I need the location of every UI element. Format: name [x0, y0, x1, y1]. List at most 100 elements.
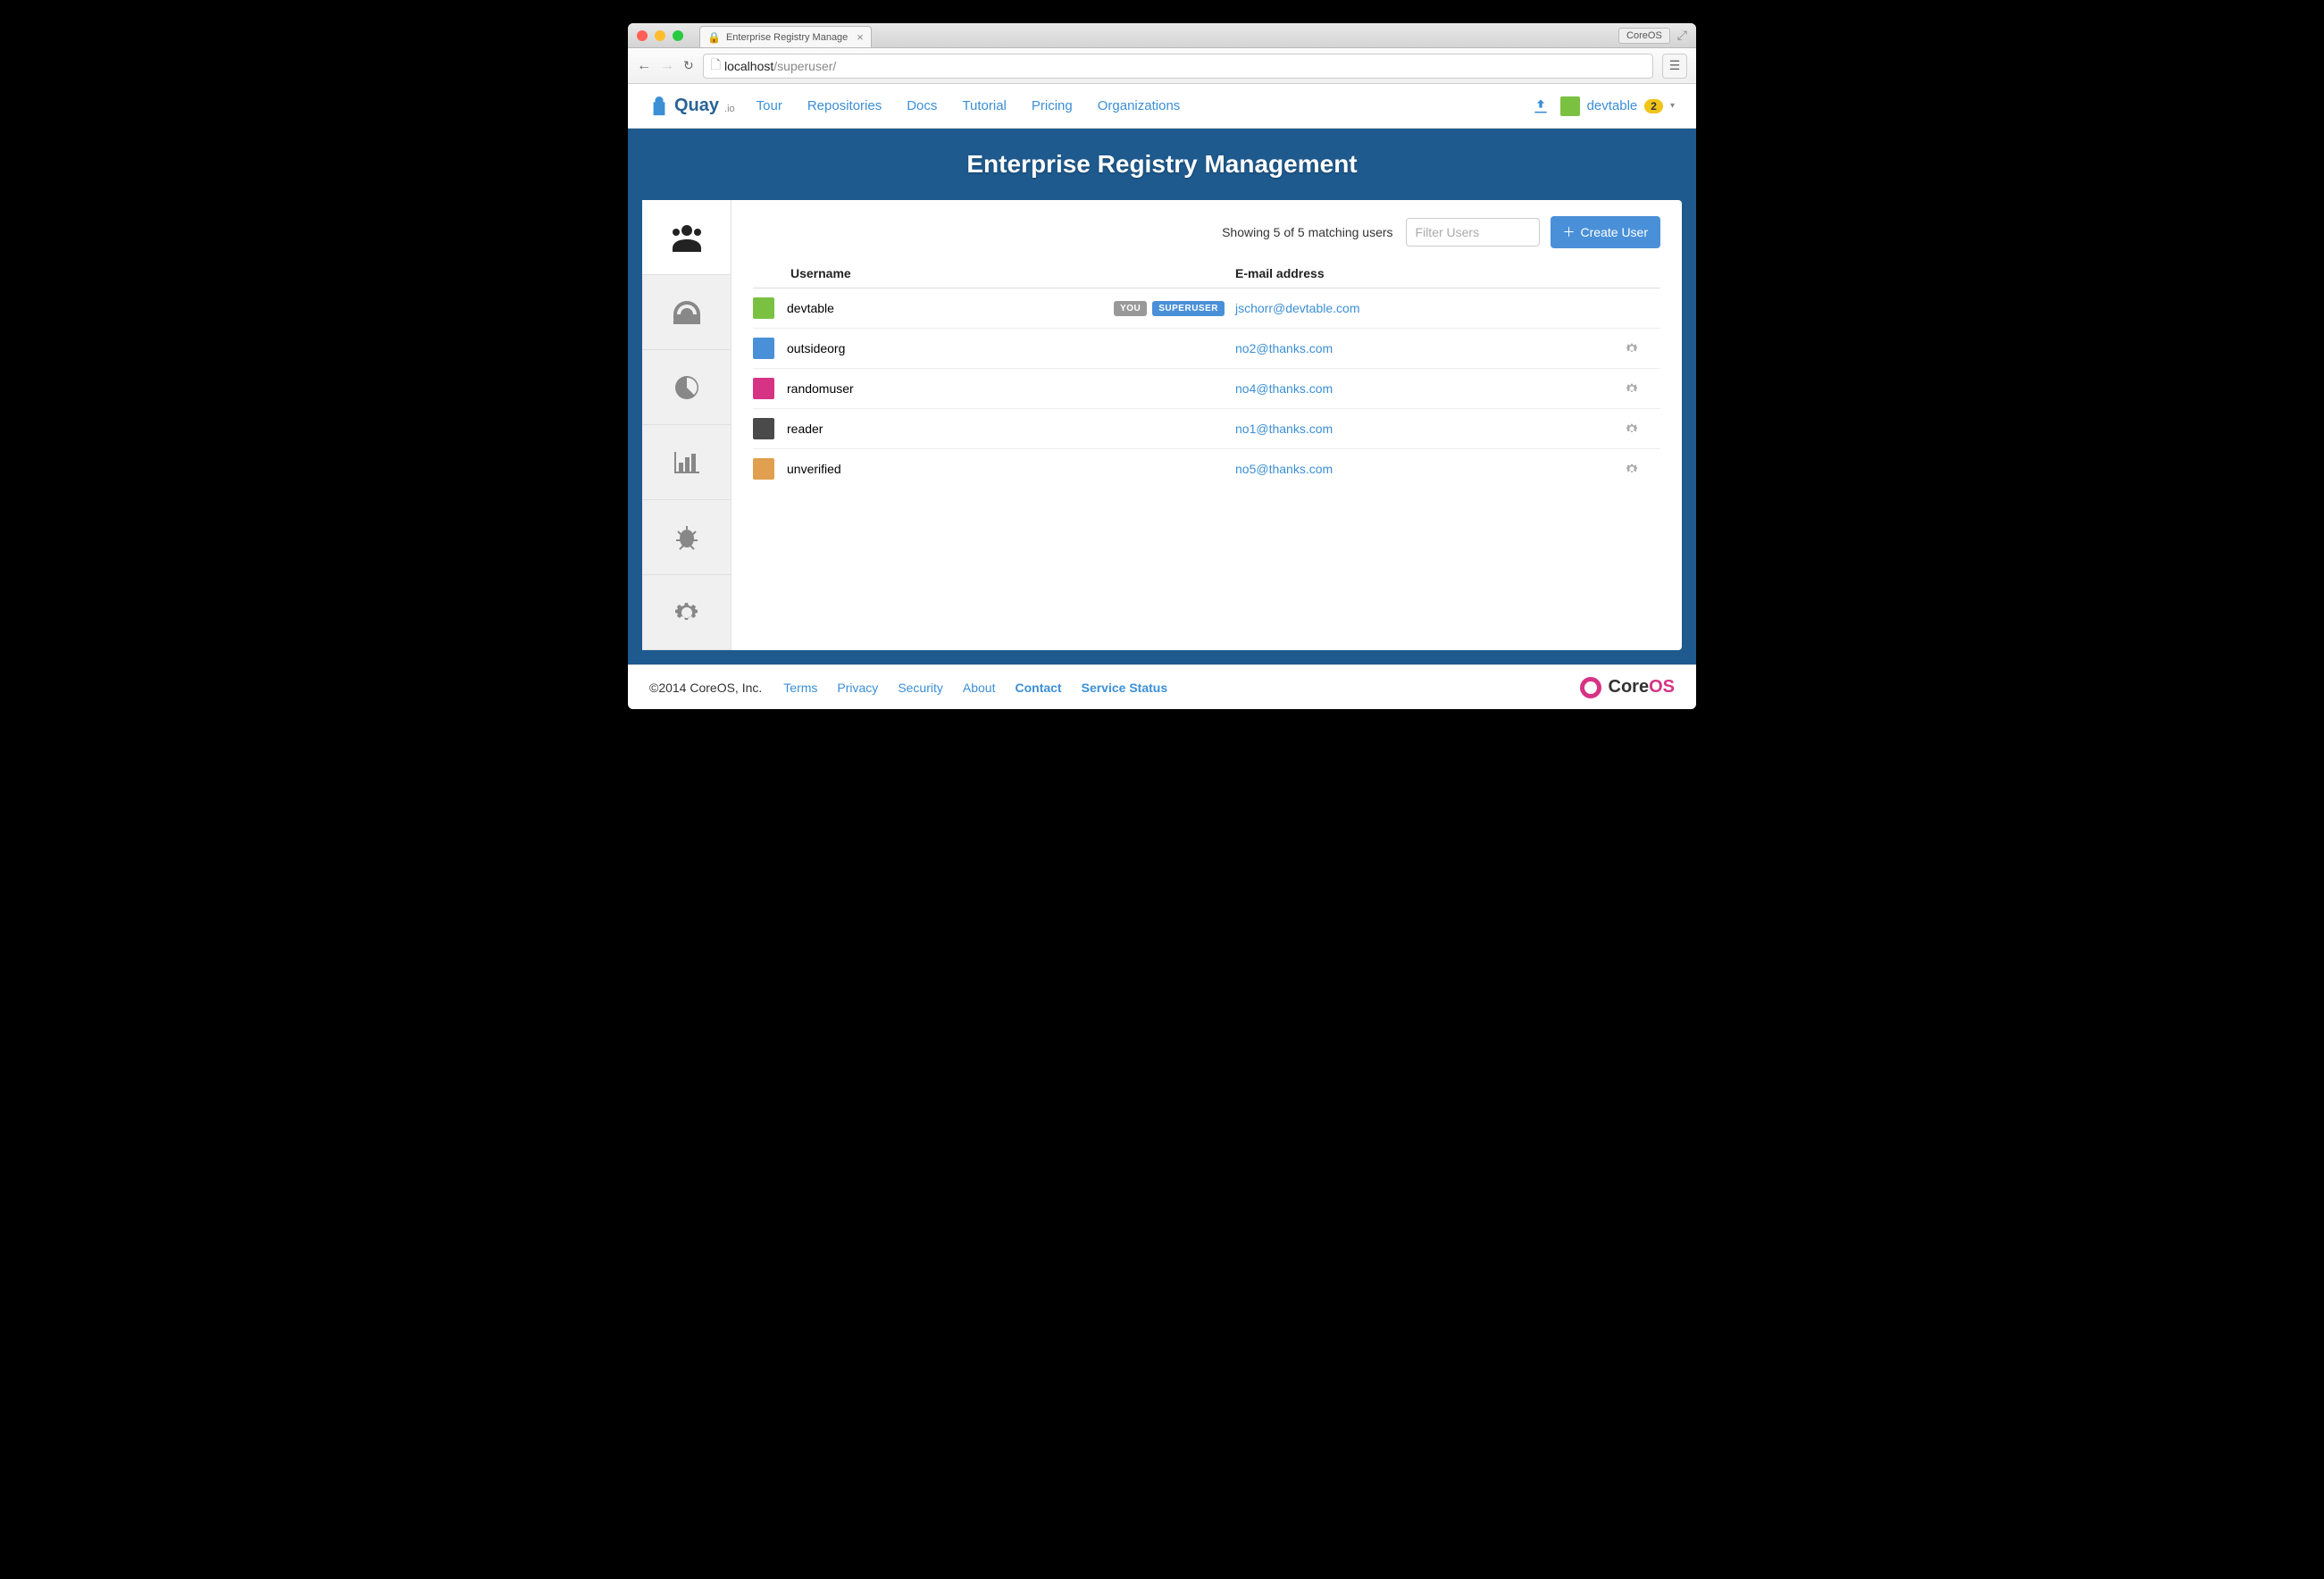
- footer-links: Terms Privacy Security About Contact Service …: [783, 681, 1167, 695]
- username-cell: unverified: [787, 462, 841, 476]
- email-link[interactable]: no4@thanks.com: [1235, 381, 1333, 396]
- coreos-mark-icon: [1580, 677, 1601, 698]
- row-settings-button[interactable]: [1625, 422, 1660, 436]
- footer-link-privacy[interactable]: Privacy: [837, 681, 878, 695]
- copyright: ©2014 CoreOS, Inc.: [649, 681, 762, 695]
- row-settings-button[interactable]: [1625, 462, 1660, 476]
- username-cell: reader: [787, 422, 823, 436]
- user-avatar-icon: [1560, 96, 1580, 116]
- create-user-button[interactable]: ＋ Create User: [1551, 216, 1660, 248]
- superuser-badge: SUPERUSER: [1152, 301, 1225, 316]
- footer-link-terms[interactable]: Terms: [783, 681, 817, 695]
- url-host: localhost: [724, 59, 773, 73]
- nav-links: Tour Repositories Docs Tutorial Pricing Organ…: [757, 98, 1181, 113]
- sidebar-item-users[interactable]: [642, 200, 731, 275]
- table-row: devtable YOU SUPERUSER jschorr@devtable.com: [753, 288, 1660, 329]
- app-topnav: Quay .io Tour Repositories Docs Tutorial Pric…: [628, 84, 1696, 129]
- user-menu[interactable]: devtable 2 ▾: [1560, 96, 1675, 116]
- email-link[interactable]: no5@thanks.com: [1235, 462, 1333, 476]
- back-button[interactable]: ←: [637, 58, 651, 74]
- page-hero: Enterprise Registry Management: [628, 129, 1696, 200]
- sidebar-item-logs[interactable]: [642, 425, 731, 500]
- page-title: Enterprise Registry Management: [628, 150, 1696, 179]
- coreos-logo-text1: Core: [1609, 677, 1650, 697]
- plus-icon: ＋: [1563, 223, 1576, 241]
- logo-text: Quay: [674, 96, 719, 116]
- traffic-lights: [637, 30, 683, 41]
- close-window-button[interactable]: [637, 30, 648, 41]
- nav-link-docs[interactable]: Docs: [907, 98, 937, 113]
- create-user-label: Create User: [1581, 225, 1648, 239]
- header-email: E-mail address: [1235, 266, 1625, 280]
- logo-suffix: .io: [724, 104, 735, 114]
- forward-button[interactable]: →: [660, 58, 674, 74]
- table-body: devtable YOU SUPERUSER jschorr@devtable.com…: [753, 288, 1660, 489]
- table-header: Username E-mail address: [753, 259, 1660, 288]
- quay-logo[interactable]: Quay .io: [649, 96, 735, 116]
- you-badge: YOU: [1114, 301, 1147, 316]
- browser-toolbar: ← → ↻ 🗋 localhost/superuser/ ☰: [628, 48, 1696, 84]
- nav-link-repositories[interactable]: Repositories: [807, 98, 882, 113]
- user-avatar-icon: [753, 458, 774, 480]
- coreos-extension-button[interactable]: CoreOS: [1618, 28, 1670, 44]
- footer: ©2014 CoreOS, Inc. Terms Privacy Security A…: [628, 664, 1696, 709]
- page-icon: 🗋: [711, 55, 721, 77]
- users-content: Showing 5 of 5 matching users ＋ Create U…: [731, 200, 1682, 650]
- browser-tab[interactable]: 🔒 Enterprise Registry Manage ×: [699, 26, 872, 47]
- sidebar-item-usage[interactable]: [642, 350, 731, 425]
- username-cell: devtable: [787, 301, 834, 315]
- main-panel: Showing 5 of 5 matching users ＋ Create U…: [642, 200, 1682, 650]
- url-path: /superuser/: [773, 59, 836, 73]
- reload-button[interactable]: ↻: [683, 58, 694, 73]
- titlebar: 🔒 Enterprise Registry Manage × CoreOS ⤢: [628, 23, 1696, 48]
- coreos-logo[interactable]: CoreOS: [1580, 677, 1675, 698]
- filter-users-input[interactable]: [1406, 218, 1540, 246]
- minimize-window-button[interactable]: [655, 30, 665, 41]
- caret-down-icon: ▾: [1670, 101, 1675, 111]
- sidebar-item-dashboard[interactable]: [642, 275, 731, 350]
- user-avatar-icon: [753, 297, 774, 319]
- sidebar: [642, 200, 731, 650]
- row-settings-button[interactable]: [1625, 341, 1660, 355]
- username-cell: randomuser: [787, 381, 854, 396]
- nav-link-tutorial[interactable]: Tutorial: [962, 98, 1006, 113]
- table-row: randomuser no4@thanks.com: [753, 369, 1660, 409]
- coreos-logo-text2: OS: [1649, 677, 1675, 697]
- results-status: Showing 5 of 5 matching users: [753, 225, 1406, 239]
- table-row: unverified no5@thanks.com: [753, 449, 1660, 489]
- notification-badge: 2: [1644, 99, 1663, 113]
- tab-title: Enterprise Registry Manage: [726, 32, 848, 43]
- header-username: Username: [753, 266, 1235, 280]
- fullscreen-icon[interactable]: ⤢: [1677, 28, 1687, 43]
- nav-link-organizations[interactable]: Organizations: [1098, 98, 1181, 113]
- lock-icon: 🔒: [707, 31, 721, 44]
- sidebar-item-settings[interactable]: [642, 575, 731, 650]
- email-link[interactable]: no1@thanks.com: [1235, 422, 1333, 436]
- table-row: reader no1@thanks.com: [753, 409, 1660, 449]
- tab-strip: 🔒 Enterprise Registry Manage ×: [699, 26, 872, 47]
- footer-link-contact[interactable]: Contact: [1015, 681, 1061, 695]
- footer-link-security[interactable]: Security: [898, 681, 943, 695]
- sidebar-item-debug[interactable]: [642, 500, 731, 575]
- email-link[interactable]: jschorr@devtable.com: [1235, 301, 1360, 315]
- quay-logo-icon: [649, 96, 669, 116]
- nav-link-pricing[interactable]: Pricing: [1032, 98, 1073, 113]
- browser-window: 🔒 Enterprise Registry Manage × CoreOS ⤢ …: [628, 23, 1696, 709]
- nav-link-tour[interactable]: Tour: [757, 98, 782, 113]
- email-link[interactable]: no2@thanks.com: [1235, 341, 1333, 355]
- zoom-window-button[interactable]: [673, 30, 683, 41]
- content-wrap: Showing 5 of 5 matching users ＋ Create U…: [628, 200, 1696, 664]
- footer-link-service-status[interactable]: Service Status: [1082, 681, 1168, 695]
- browser-menu-button[interactable]: ☰: [1662, 54, 1687, 79]
- row-settings-button[interactable]: [1625, 381, 1660, 396]
- close-tab-icon[interactable]: ×: [857, 30, 864, 44]
- upload-icon[interactable]: [1532, 97, 1550, 115]
- username-cell: outsideorg: [787, 341, 845, 355]
- user-avatar-icon: [753, 338, 774, 359]
- controls-bar: Showing 5 of 5 matching users ＋ Create U…: [753, 216, 1660, 248]
- table-row: outsideorg no2@thanks.com: [753, 329, 1660, 369]
- footer-link-about[interactable]: About: [963, 681, 996, 695]
- user-menu-name: devtable: [1587, 98, 1638, 113]
- address-bar[interactable]: 🗋 localhost/superuser/: [703, 54, 1653, 79]
- user-avatar-icon: [753, 378, 774, 399]
